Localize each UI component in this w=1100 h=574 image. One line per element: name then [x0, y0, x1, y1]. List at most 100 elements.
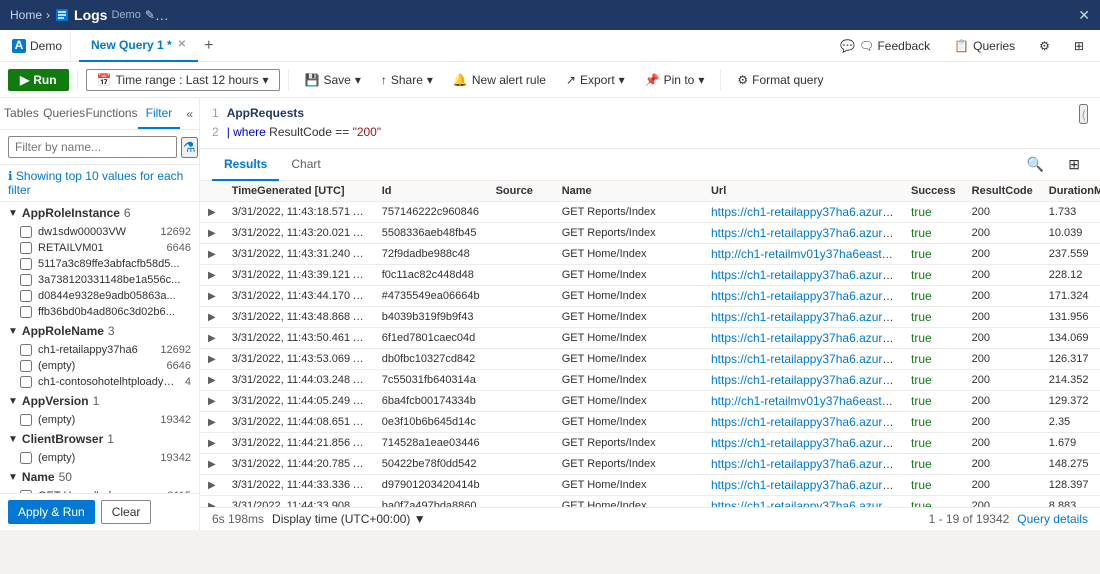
filter-item[interactable]: (empty) 19342 [0, 412, 199, 428]
query-collapse-button[interactable]: ⟨ [1079, 104, 1088, 124]
filter-checkbox[interactable] [20, 258, 32, 270]
url-link[interactable]: https://ch1-retailappy37ha6.azurewebsite… [711, 205, 903, 219]
filter-checkbox[interactable] [20, 452, 32, 464]
expand-icon[interactable]: ▶ [208, 375, 216, 386]
expand-icon[interactable]: ▶ [208, 438, 216, 449]
format-query-button[interactable]: ⚙ Format query [729, 69, 831, 91]
expand-icon[interactable]: ▶ [208, 459, 216, 470]
expand-icon[interactable]: ▶ [208, 291, 216, 302]
expand-icon[interactable]: ▶ [208, 270, 216, 281]
save-button[interactable]: 💾 Save ▾ [297, 69, 369, 91]
sidebar-nav-tables[interactable]: Tables [0, 98, 43, 129]
url-link[interactable]: http://ch1-retailmv01y37ha6eastus.clouda… [711, 394, 903, 408]
url-cell[interactable]: https://ch1-retailappy37ha6.azurewebsite… [703, 349, 903, 370]
url-cell[interactable]: https://ch1-retailappy37ha6.azurewebsite… [703, 370, 903, 391]
tab-add-button[interactable]: + [198, 37, 219, 55]
th-url[interactable]: Url [703, 181, 903, 202]
url-link[interactable]: https://ch1-retailappy37ha6.azurewebsite… [711, 415, 903, 429]
url-link[interactable]: http://ch1-retailmv01y37ha6eastus.clouda… [711, 247, 903, 261]
url-link[interactable]: https://ch1-retailappy37ha6.azurewebsite… [711, 352, 903, 366]
url-link[interactable]: https://ch1-retailappy37ha6.azurewebsite… [711, 268, 903, 282]
filter-checkbox[interactable] [20, 344, 32, 356]
columns-layout-btn[interactable]: ⊞ [1066, 35, 1092, 57]
url-cell[interactable]: https://ch1-retailappy37ha6.azurewebsite… [703, 454, 903, 475]
url-link[interactable]: https://ch1-retailappy37ha6.azurewebsite… [711, 289, 903, 303]
url-cell[interactable]: http://ch1-retailmv01y37ha6eastus.clouda… [703, 244, 903, 265]
time-range-button[interactable]: 📅 Time range : Last 12 hours ▾ [86, 69, 280, 91]
filter-checkbox[interactable] [20, 290, 32, 302]
tab-results[interactable]: Results [212, 149, 279, 181]
filter-checkbox[interactable] [20, 226, 32, 238]
close-icon-btn[interactable]: ✕ [1078, 7, 1090, 24]
expand-icon[interactable]: ▶ [208, 312, 216, 323]
pencil-icon-btn[interactable]: ✎ [145, 8, 155, 22]
filter-item[interactable]: (empty) 6646 [0, 358, 199, 374]
queries-btn[interactable]: 📋 Queries [946, 35, 1023, 57]
url-cell[interactable]: https://ch1-retailappy37ha6.azurewebsite… [703, 223, 903, 244]
ellipsis-btn[interactable]: … [155, 7, 169, 23]
filter-item[interactable]: d0844e9328e9adb05863a... [0, 288, 199, 304]
url-link[interactable]: https://ch1-retailappy37ha6.azurewebsite… [711, 310, 903, 324]
url-cell[interactable]: https://ch1-retailappy37ha6.azurewebsite… [703, 496, 903, 507]
expand-cell[interactable]: ▶ [200, 265, 224, 286]
expand-cell[interactable]: ▶ [200, 370, 224, 391]
expand-icon[interactable]: ▶ [208, 417, 216, 428]
query-text[interactable]: AppRequests | where ResultCode == "200" [227, 104, 1072, 142]
filter-checkbox[interactable] [20, 274, 32, 286]
th-result-code[interactable]: ResultCode [964, 181, 1041, 202]
expand-icon[interactable]: ▶ [208, 228, 216, 239]
filter-checkbox[interactable] [20, 242, 32, 254]
th-time[interactable]: TimeGenerated [UTC] [224, 181, 374, 202]
expand-cell[interactable]: ▶ [200, 286, 224, 307]
tab-chart[interactable]: Chart [279, 149, 332, 181]
results-search-button[interactable]: 🔍 [1019, 152, 1052, 177]
pin-to-button[interactable]: 📌 Pin to ▾ [637, 69, 713, 91]
url-link[interactable]: https://ch1-retailappy37ha6.azurewebsite… [711, 373, 903, 387]
url-link[interactable]: https://ch1-retailappy37ha6.azurewebsite… [711, 457, 903, 471]
expand-cell[interactable]: ▶ [200, 202, 224, 223]
sidebar-nav-filter[interactable]: Filter [138, 98, 181, 129]
query-details-link[interactable]: Query details [1017, 512, 1088, 526]
expand-cell[interactable]: ▶ [200, 433, 224, 454]
tab-close-icon[interactable]: ✕ [178, 39, 186, 50]
export-button[interactable]: ↗ Export ▾ [558, 69, 633, 91]
filter-item[interactable]: ch1-retailappy37ha6 12692 [0, 342, 199, 358]
new-alert-button[interactable]: 🔔 New alert rule [445, 69, 554, 91]
sidebar-search-input[interactable] [8, 136, 177, 158]
top-bar-breadcrumb[interactable]: Home [10, 8, 42, 22]
sidebar-collapse-button[interactable]: « [180, 98, 199, 129]
expand-cell[interactable]: ▶ [200, 496, 224, 507]
filter-item[interactable]: dw1sdw00003VW 12692 [0, 224, 199, 240]
clear-button[interactable]: Clear [101, 500, 152, 524]
filter-group-appversion-header[interactable]: ▼ AppVersion 1 [0, 390, 199, 412]
expand-icon[interactable]: ▶ [208, 333, 216, 344]
sidebar-nav-queries[interactable]: Queries [43, 98, 86, 129]
th-success[interactable]: Success [903, 181, 964, 202]
filter-checkbox[interactable] [20, 306, 32, 318]
run-button[interactable]: ▶ Run [8, 69, 69, 91]
columns-toggle-button[interactable]: ⊞ [1060, 152, 1088, 177]
filter-checkbox[interactable] [20, 360, 32, 372]
sidebar-filter-icon-btn[interactable]: ⚗ [181, 137, 198, 158]
expand-icon[interactable]: ▶ [208, 354, 216, 365]
expand-cell[interactable]: ▶ [200, 454, 224, 475]
filter-group-approleinstance-header[interactable]: ▼ AppRoleInstance 6 [0, 202, 199, 224]
url-link[interactable]: https://ch1-retailappy37ha6.azurewebsite… [711, 331, 903, 345]
feedback-btn[interactable]: 💬 🗨 Feedback [832, 35, 938, 57]
url-cell[interactable]: https://ch1-retailappy37ha6.azurewebsite… [703, 475, 903, 496]
expand-icon[interactable]: ▶ [208, 207, 216, 218]
expand-cell[interactable]: ▶ [200, 349, 224, 370]
expand-cell[interactable]: ▶ [200, 412, 224, 433]
expand-cell[interactable]: ▶ [200, 475, 224, 496]
footer-display-time[interactable]: Display time (UTC+00:00) ▼ [272, 512, 426, 526]
expand-cell[interactable]: ▶ [200, 391, 224, 412]
settings-btn[interactable]: ⚙ [1031, 35, 1058, 57]
url-link[interactable]: https://ch1-retailappy37ha6.azurewebsite… [711, 478, 903, 492]
expand-icon[interactable]: ▶ [208, 480, 216, 491]
filter-item[interactable]: ch1-contosohotelhtploady37... 4 [0, 374, 199, 390]
apply-run-button[interactable]: Apply & Run [8, 500, 95, 524]
expand-icon[interactable]: ▶ [208, 396, 216, 407]
url-cell[interactable]: https://ch1-retailappy37ha6.azurewebsite… [703, 202, 903, 223]
filter-checkbox[interactable] [20, 414, 32, 426]
filter-item[interactable]: (empty) 19342 [0, 450, 199, 466]
